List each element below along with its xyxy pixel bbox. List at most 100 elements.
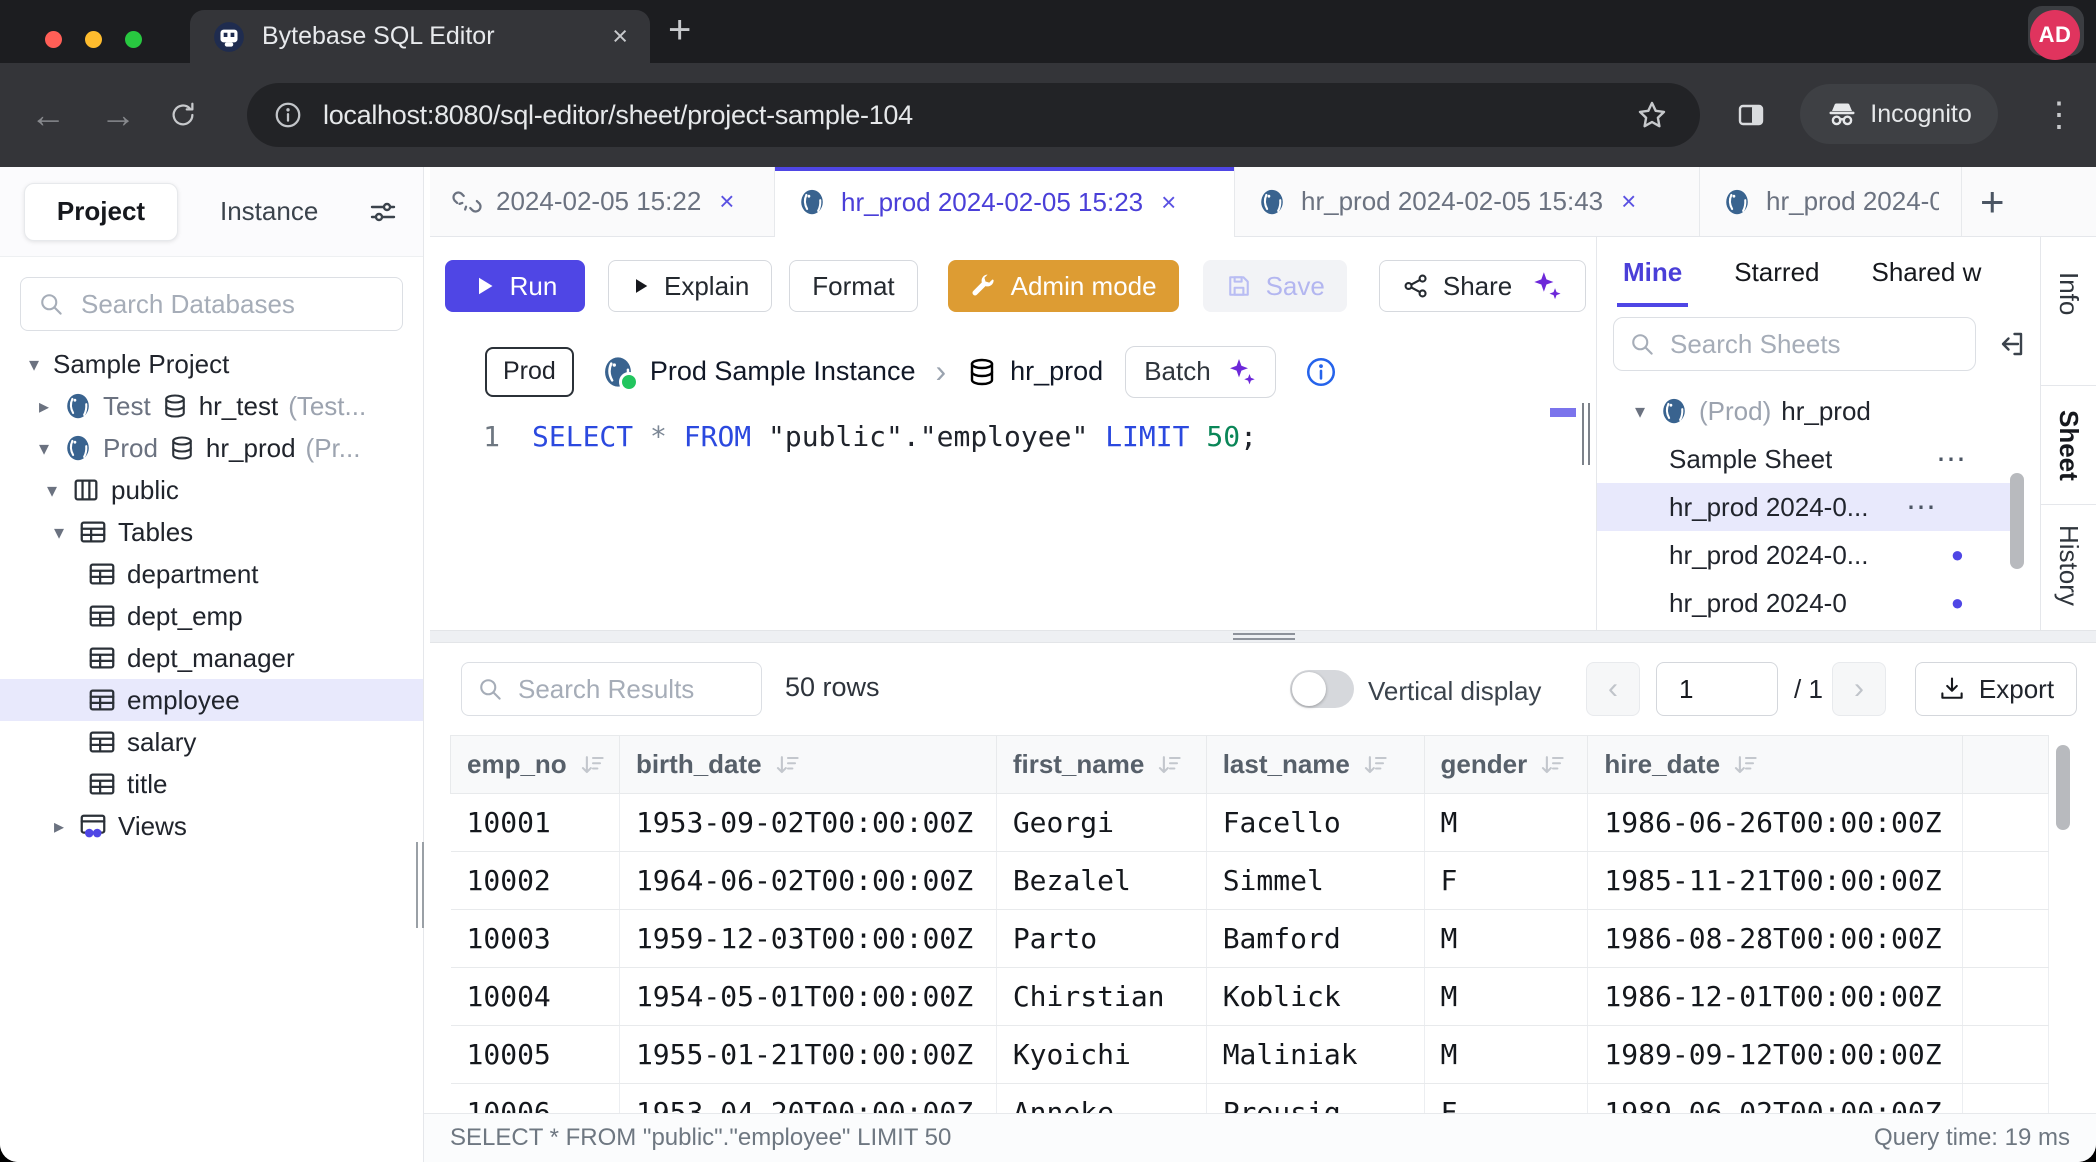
caret-down-icon[interactable]: ▾	[35, 436, 53, 461]
table-cell[interactable]: 10003	[451, 910, 620, 968]
avatar[interactable]: AD	[2030, 10, 2080, 60]
close-tab-icon[interactable]: ×	[1621, 186, 1636, 217]
caret-right-icon[interactable]: ▸	[50, 814, 68, 839]
admin-mode-button[interactable]: Admin mode	[948, 260, 1179, 312]
table-cell[interactable]: 1989-06-02T00:00:00Z	[1588, 1084, 1963, 1114]
editor-tab[interactable]: hr_prod 2024-0	[1700, 167, 1962, 236]
tree-item-public[interactable]: ▾public	[0, 469, 423, 511]
results-scrollbar[interactable]	[2056, 745, 2070, 830]
table-cell[interactable]: F	[1424, 852, 1588, 910]
window-minimize-button[interactable]	[85, 31, 102, 48]
table-cell[interactable]: 1954-05-01T00:00:00Z	[619, 968, 996, 1026]
database-search[interactable]	[20, 277, 403, 331]
format-button[interactable]: Format	[789, 260, 917, 312]
table-row[interactable]: 100051955-01-21T00:00:00ZKyoichiMaliniak…	[451, 1026, 2049, 1084]
sheet-item[interactable]: hr_prod 2024-0●	[1597, 579, 2040, 627]
side-panel-icon[interactable]	[1735, 99, 1767, 131]
table-cell[interactable]: 10005	[451, 1026, 620, 1084]
browser-tab-close-icon[interactable]: ×	[612, 23, 628, 50]
table-cell[interactable]: Koblick	[1206, 968, 1424, 1026]
new-sheet-button[interactable]: +	[1980, 178, 2005, 226]
table-cell[interactable]: 10002	[451, 852, 620, 910]
table-cell[interactable]: 1985-11-21T00:00:00Z	[1588, 852, 1963, 910]
browser-menu-button[interactable]: ⋮	[2042, 95, 2076, 135]
strip-tab-info[interactable]: Info	[2041, 251, 2096, 337]
table-cell[interactable]: 1953-04-20T00:00:00Z	[619, 1084, 996, 1114]
panel-resize-handle[interactable]	[1582, 403, 1590, 465]
table-cell[interactable]: 1953-09-02T00:00:00Z	[619, 794, 996, 852]
sheet-search[interactable]	[1613, 317, 1976, 371]
tab-project[interactable]: Project	[24, 183, 178, 241]
table-row[interactable]: 100011953-09-02T00:00:00ZGeorgiFacelloM1…	[451, 794, 2049, 852]
environment-chip[interactable]: Prod	[485, 347, 574, 397]
caret-down-icon[interactable]: ▾	[1631, 399, 1649, 424]
table-cell[interactable]: 1986-08-28T00:00:00Z	[1588, 910, 1963, 968]
table-cell[interactable]: M	[1424, 1026, 1588, 1084]
table-cell[interactable]: 10006	[451, 1084, 620, 1114]
table-row[interactable]: 100041954-05-01T00:00:00ZChirstianKoblic…	[451, 968, 2049, 1026]
database-search-input[interactable]	[79, 288, 386, 321]
connection-info-icon[interactable]	[1304, 355, 1338, 389]
tree-item-Views[interactable]: ▸Views	[0, 805, 423, 847]
reload-button[interactable]	[168, 100, 198, 130]
import-sheet-icon[interactable]	[1994, 328, 2026, 360]
table-cell[interactable]: 1955-01-21T00:00:00Z	[619, 1026, 996, 1084]
table-row[interactable]: 100061953-04-20T00:00:00ZAnnekePreusigF1…	[451, 1084, 2049, 1114]
caret-down-icon[interactable]: ▾	[43, 478, 61, 503]
column-header-emp_no[interactable]: emp_no	[451, 736, 620, 794]
tab-instance[interactable]: Instance	[220, 196, 318, 227]
tree-item-dept_manager[interactable]: dept_manager	[0, 637, 423, 679]
site-info-icon[interactable]	[273, 100, 303, 130]
table-cell[interactable]: M	[1424, 910, 1588, 968]
sql-editor[interactable]: 1 SELECT * FROM "public"."employee" LIMI…	[430, 408, 1548, 630]
caret-down-icon[interactable]: ▾	[25, 352, 43, 377]
caret-right-icon[interactable]: ▸	[35, 394, 53, 419]
strip-tab-history[interactable]: History	[2041, 505, 2096, 625]
tree-item-hr_prod[interactable]: ▾Prodhr_prod(Pr...	[0, 427, 423, 469]
table-cell[interactable]: Bezalel	[996, 852, 1206, 910]
page-input[interactable]	[1656, 662, 1778, 716]
explain-button[interactable]: Explain	[608, 260, 772, 312]
tree-item-dept_emp[interactable]: dept_emp	[0, 595, 423, 637]
tree-item-employee[interactable]: employee	[0, 679, 423, 721]
bookmark-star-icon[interactable]	[1636, 99, 1668, 131]
prev-page-button[interactable]: ‹	[1586, 662, 1640, 716]
tree-item-salary[interactable]: salary	[0, 721, 423, 763]
address-bar[interactable]: localhost:8080/sql-editor/sheet/project-…	[247, 83, 1700, 147]
table-cell[interactable]: 1986-06-26T00:00:00Z	[1588, 794, 1963, 852]
sheet-item[interactable]: Sample Sheet⋯	[1597, 435, 2040, 483]
strip-tab-sheet[interactable]: Sheet	[2041, 385, 2096, 505]
table-cell[interactable]: F	[1424, 1084, 1588, 1114]
close-tab-icon[interactable]: ×	[1161, 187, 1176, 218]
table-cell[interactable]: Anneke	[996, 1084, 1206, 1114]
editor-tab[interactable]: 2024-02-05 15:22×	[430, 167, 775, 236]
table-cell[interactable]: 1959-12-03T00:00:00Z	[619, 910, 996, 968]
table-cell[interactable]: 1964-06-02T00:00:00Z	[619, 852, 996, 910]
tree-item-hr_test[interactable]: ▸Testhr_test(Test...	[0, 385, 423, 427]
sheet-menu-icon[interactable]: ⋯	[1906, 490, 1938, 525]
table-cell[interactable]: Facello	[1206, 794, 1424, 852]
share-button[interactable]: Share	[1379, 260, 1586, 312]
table-cell[interactable]: 10004	[451, 968, 620, 1026]
table-cell[interactable]: M	[1424, 968, 1588, 1026]
close-tab-icon[interactable]: ×	[719, 186, 734, 217]
table-cell[interactable]: Bamford	[1206, 910, 1424, 968]
tree-item-title[interactable]: title	[0, 763, 423, 805]
window-zoom-button[interactable]	[125, 31, 142, 48]
editor-minimap[interactable]	[1548, 408, 1578, 630]
save-button[interactable]: Save	[1203, 260, 1347, 312]
run-button[interactable]: Run	[445, 260, 585, 312]
editor-tab[interactable]: hr_prod 2024-02-05 15:23×	[775, 167, 1235, 237]
next-page-button[interactable]: ›	[1832, 662, 1886, 716]
browser-new-tab-button[interactable]: +	[668, 8, 691, 53]
sheet-item[interactable]: hr_prod 2024-0...⋯	[1597, 483, 2010, 531]
sheet-item[interactable]: hr_prod 2024-0...●	[1597, 531, 2040, 579]
table-cell[interactable]: 10001	[451, 794, 620, 852]
window-close-button[interactable]	[45, 31, 62, 48]
sheet-tab-mine[interactable]: Mine	[1623, 237, 1682, 307]
table-cell[interactable]: Georgi	[996, 794, 1206, 852]
column-header-last_name[interactable]: last_name	[1206, 736, 1424, 794]
sheet-group[interactable]: ▾(Prod)hr_prod	[1597, 387, 2040, 435]
table-cell[interactable]: Maliniak	[1206, 1026, 1424, 1084]
tree-item-Tables[interactable]: ▾Tables	[0, 511, 423, 553]
